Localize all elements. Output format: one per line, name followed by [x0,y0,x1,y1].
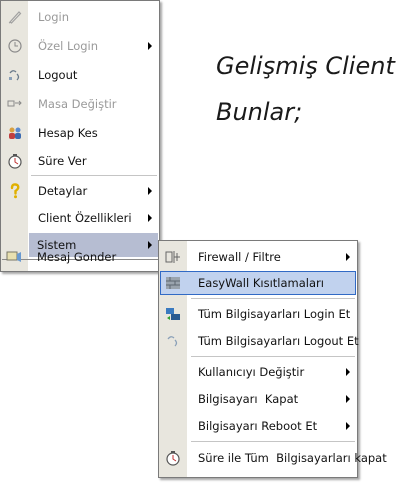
submenu-arrow-icon [148,42,152,50]
menu-item-masa-degistir[interactable]: Masa Değiştir [2,92,158,116]
submenu-item-label: Tüm Bilgisayarları Logout Et [198,334,359,348]
clock-outline-icon [7,38,23,54]
submenu-item-bilgisayari-kapat[interactable]: Bilgisayarı Kapat [160,387,356,411]
users-icon [7,125,23,141]
menu-item-label: Özel Login [38,39,99,53]
question-icon [7,183,23,199]
submenu-item-label: Kullanıcıyı Değiştir [198,365,305,379]
computers-logout-icon [165,333,181,349]
submenu-item-logout-all[interactable]: Tüm Bilgisayarları Logout Et [160,329,359,353]
background-heading-line2: Bunlar; [216,98,303,126]
computers-login-icon [165,306,181,322]
menu-item-ozel-login[interactable]: Özel Login [2,34,158,58]
submenu-arrow-icon [346,368,350,376]
submenu-item-label: Tüm Bilgisayarları Login Et [198,307,351,321]
context-menu: Login Özel Login Logout Masa Değiştir He… [0,0,160,272]
submenu-item-easywall[interactable]: EasyWall Kısıtlamaları [160,271,356,295]
background-heading-line1: Gelişmiş Client [216,52,395,80]
menu-item-label: Süre Ver [38,154,87,168]
menu-item-label: Mesaj Gonder [37,250,117,264]
menu-item-client-ozellikleri[interactable]: Client Özellikleri [2,206,158,230]
submenu-arrow-icon [346,395,350,403]
menu-item-label: Detaylar [38,184,88,198]
menu-item-hesap-kes[interactable]: Hesap Kes [2,121,158,145]
menu-item-label: Login [38,10,70,24]
menu-item-label: Hesap Kes [38,126,98,140]
menu-item-sure-ver[interactable]: Süre Ver [2,149,158,173]
firewall-icon [165,249,181,265]
menu-item-logout[interactable]: Logout [2,63,158,87]
logout-icon [7,67,23,83]
timer-icon [7,153,23,169]
submenu-item-kullanici-degistir[interactable]: Kullanıcıyı Değiştir [160,360,356,384]
submenu-item-login-all[interactable]: Tüm Bilgisayarları Login Et [160,302,356,326]
submenu-arrow-icon [148,187,152,195]
submenu-item-label: Firewall / Filtre [198,250,281,264]
menu-item-login[interactable]: Login [2,5,158,29]
submenu-item-sure-ile-kapat[interactable]: Süre ile Tüm Bilgisayarları kapat [160,446,387,470]
wall-icon [165,275,181,291]
submenu-item-label: Süre ile Tüm Bilgisayarları kapat [198,451,387,465]
submenu-item-label: Bilgisayarı Kapat [198,392,299,406]
submenu-arrow-icon [346,422,350,430]
submenu-item-label: Bilgisayarı Reboot Et [198,419,318,433]
pen-icon [7,9,23,25]
submenu-item-firewall[interactable]: Firewall / Filtre [160,245,356,269]
submenu-item-reboot[interactable]: Bilgisayarı Reboot Et [160,414,356,438]
menu-item-label: Masa Değiştir [38,97,117,111]
submenu-arrow-icon [346,253,350,261]
menu-item-detaylar[interactable]: Detaylar [2,179,158,203]
menu-separator [191,356,355,357]
menu-separator [191,298,355,299]
menu-separator [31,175,157,176]
submenu-arrow-icon [148,214,152,222]
menu-item-label: Logout [38,68,78,82]
menu-separator [191,441,355,442]
menu-item-mesaj-gonder-row[interactable]: Mesaj Gonder [1,245,158,269]
submenu-item-label: EasyWall Kısıtlamaları [198,276,324,290]
timer-icon [165,450,181,466]
menu-item-label: Client Özellikleri [38,211,132,225]
swap-icon [7,96,23,112]
sistem-submenu: Firewall / Filtre EasyWall Kısıtlamaları… [158,240,387,478]
message-icon [6,249,22,265]
